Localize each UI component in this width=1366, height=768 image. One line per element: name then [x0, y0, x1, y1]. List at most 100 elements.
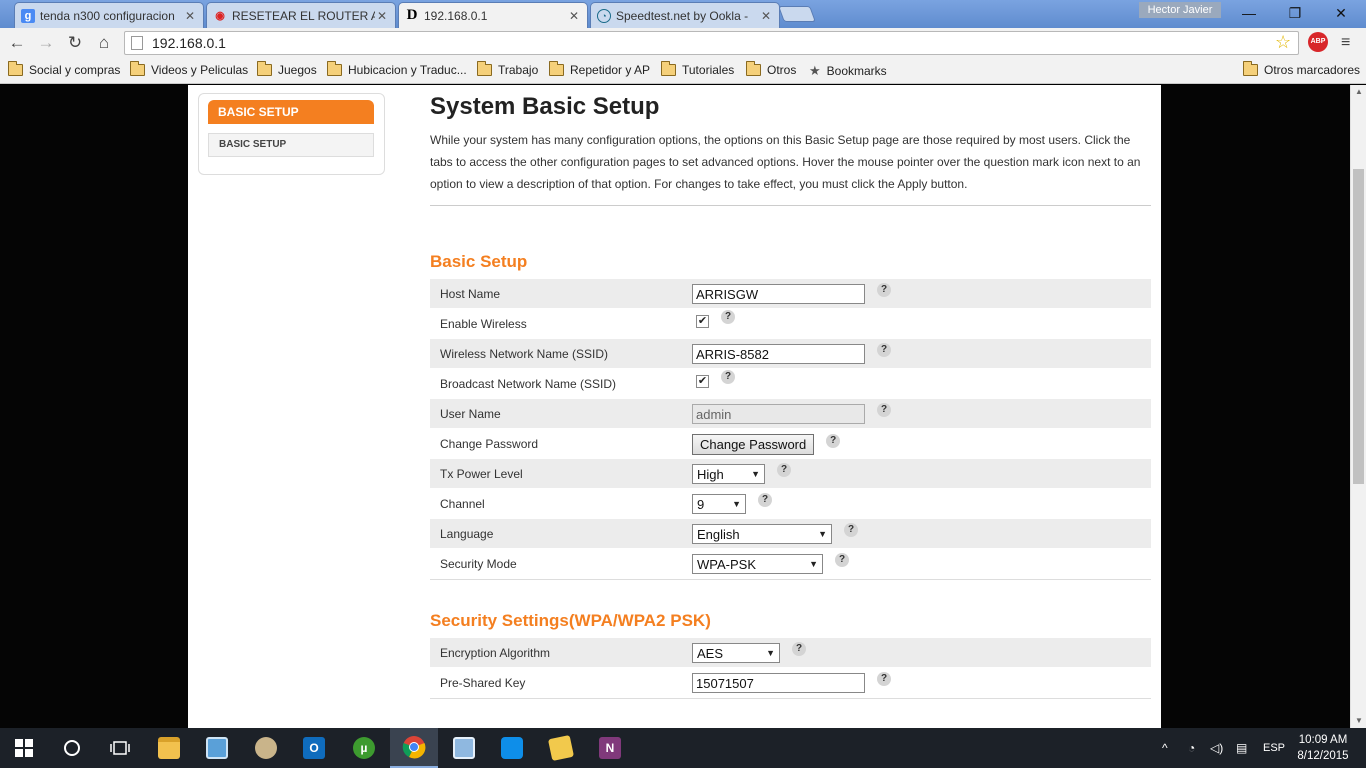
bookmark-videos-y-peliculas[interactable]: Videos y Peliculas	[130, 61, 248, 77]
volume-icon[interactable]: ◁)	[1210, 728, 1223, 768]
tab-title: tenda n300 configuracion	[40, 8, 175, 23]
back-arrow-icon[interactable]: ←	[6, 32, 28, 54]
windows-taskbar: O µ N ^ ◔ ◁) ▤ ESP 10:09 AM 8/12/2015	[0, 728, 1366, 768]
bookmark-otros[interactable]: Otros	[746, 61, 796, 77]
close-icon[interactable]: ✕	[567, 9, 581, 23]
language-value: English	[697, 526, 740, 542]
utorrent-icon[interactable]: µ	[340, 728, 388, 768]
url-text[interactable]: 192.168.0.1	[152, 35, 226, 51]
encryption-select[interactable]: AES ▼	[692, 643, 780, 663]
adblock-plus-icon[interactable]: ABP	[1308, 32, 1328, 52]
bookmark-hubicacion[interactable]: Hubicacion y Traduc...	[327, 61, 467, 77]
broadcast-ssid-checkbox[interactable]: ✔	[696, 374, 709, 388]
wifi-icon[interactable]: ◔	[1188, 728, 1195, 768]
bookmark-label: Juegos	[278, 63, 317, 77]
photos-icon[interactable]	[537, 728, 585, 768]
input-language[interactable]: ESP	[1263, 728, 1285, 768]
system-clock[interactable]: 10:09 AM 8/12/2015	[1290, 732, 1356, 764]
help-icon[interactable]: ?	[877, 283, 891, 297]
home-icon[interactable]: ⌂	[93, 32, 115, 54]
address-bar[interactable]: 192.168.0.1	[124, 31, 1299, 55]
google-g-icon: g	[21, 8, 35, 23]
minimize-icon[interactable]: —	[1226, 0, 1272, 26]
onenote-icon[interactable]: N	[586, 728, 634, 768]
network-tool-icon[interactable]	[440, 728, 488, 768]
control-panel-icon[interactable]	[193, 728, 241, 768]
help-icon[interactable]: ?	[844, 523, 858, 537]
help-icon[interactable]: ?	[758, 493, 772, 507]
change-password-button[interactable]: Change Password	[692, 434, 815, 455]
sidenav-header[interactable]: BASIC SETUP	[208, 100, 374, 124]
user-name-input	[692, 404, 865, 424]
star-icon: ★	[809, 63, 821, 78]
paint-palette-icon[interactable]	[242, 728, 290, 768]
bookmark-tutoriales[interactable]: Tutoriales	[661, 61, 734, 77]
scroll-up-arrow-icon[interactable]: ▲	[1351, 85, 1366, 99]
sidenav-item-basic-setup[interactable]: BASIC SETUP	[208, 133, 374, 157]
close-icon[interactable]: ✕	[759, 9, 773, 23]
bookmark-star-icon[interactable]: ☆	[1275, 32, 1291, 53]
teamviewer-icon[interactable]	[488, 728, 536, 768]
profile-badge[interactable]: Hector Javier	[1139, 2, 1221, 18]
window-close-icon[interactable]: ✕	[1318, 0, 1364, 26]
psk-input[interactable]	[692, 673, 865, 693]
close-icon[interactable]: ✕	[183, 9, 197, 23]
bookmark-repetidor-y-ap[interactable]: Repetidor y AP	[549, 61, 650, 77]
help-icon[interactable]: ?	[826, 433, 841, 448]
tab-router-active[interactable]: D 192.168.0.1 ✕	[398, 2, 588, 28]
row-pre-shared-key: Pre-Shared Key ?	[430, 668, 1151, 698]
reload-icon[interactable]: ↻	[64, 32, 86, 54]
bookmark-trabajo[interactable]: Trabajo	[477, 61, 538, 77]
bookmark-social-y-compras[interactable]: Social y compras	[8, 61, 120, 77]
browser-toolbar: ← → ↻ ⌂ 192.168.0.1 ☆ ABP ≡	[0, 28, 1366, 58]
bookmark-bookmarks[interactable]: ★ Bookmarks	[809, 63, 887, 79]
security-mode-label: Security Mode	[440, 557, 517, 571]
folder-icon	[1243, 61, 1258, 76]
file-explorer-icon[interactable]	[145, 728, 193, 768]
intro-text: While your system has many configuration…	[430, 133, 1141, 191]
bookmark-juegos[interactable]: Juegos	[257, 61, 317, 77]
help-icon[interactable]: ?	[877, 672, 891, 686]
scroll-down-arrow-icon[interactable]: ▼	[1351, 714, 1366, 728]
tab-youtube-reset[interactable]: ◉ RESETEAR EL ROUTER A L ✕	[206, 2, 396, 28]
task-view-icon[interactable]	[96, 728, 144, 768]
host-name-input[interactable]	[692, 284, 865, 304]
help-icon[interactable]: ?	[877, 403, 891, 417]
clock-date: 8/12/2015	[1297, 750, 1349, 762]
restore-icon[interactable]: ❐	[1272, 0, 1318, 26]
security-mode-select[interactable]: WPA-PSK ▼	[692, 554, 823, 574]
channel-select[interactable]: 9 ▼	[692, 494, 746, 514]
table-divider	[430, 698, 1151, 699]
action-center-icon[interactable]: ▤	[1236, 728, 1247, 768]
tab-speedtest[interactable]: ◔ Speedtest.net by Ookla - ✕	[590, 2, 780, 28]
help-icon[interactable]: ?	[777, 463, 791, 477]
page-scrollbar[interactable]: ▲ ▼	[1350, 85, 1366, 728]
close-icon[interactable]: ✕	[375, 9, 389, 23]
page-title: System Basic Setup	[430, 93, 660, 120]
outlook-icon[interactable]: O	[290, 728, 338, 768]
help-icon[interactable]: ?	[721, 370, 735, 384]
ssid-input[interactable]	[692, 344, 865, 364]
show-hidden-icons-icon[interactable]: ^	[1162, 728, 1168, 768]
youtube-play-icon: ◉	[215, 10, 225, 22]
row-ssid: Wireless Network Name (SSID) ?	[430, 339, 1151, 369]
tab-google-search[interactable]: g tenda n300 configuracion ✕	[14, 2, 204, 28]
help-icon[interactable]: ?	[792, 642, 806, 656]
browser-menu-icon[interactable]: ≡	[1341, 34, 1350, 52]
section-title-security-settings: Security Settings(WPA/WPA2 PSK)	[430, 611, 711, 630]
bookmark-otros-marcadores[interactable]: Otros marcadores	[1243, 61, 1360, 77]
help-icon[interactable]: ?	[877, 343, 891, 357]
chrome-icon[interactable]	[390, 728, 438, 768]
dropdown-arrow-icon: ▼	[809, 559, 818, 569]
help-icon[interactable]: ?	[835, 553, 849, 567]
enable-wireless-checkbox[interactable]: ✔	[696, 314, 709, 328]
language-select[interactable]: English ▼	[692, 524, 832, 544]
windows-start-icon[interactable]	[0, 728, 48, 768]
new-tab-button[interactable]	[778, 6, 816, 22]
forward-arrow-icon[interactable]: →	[35, 32, 57, 54]
scroll-thumb[interactable]	[1353, 169, 1364, 484]
row-language: Language English ▼ ?	[430, 519, 1151, 549]
help-icon[interactable]: ?	[721, 310, 735, 324]
search-circle-icon[interactable]	[48, 728, 96, 768]
tx-power-select[interactable]: High ▼	[692, 464, 765, 484]
